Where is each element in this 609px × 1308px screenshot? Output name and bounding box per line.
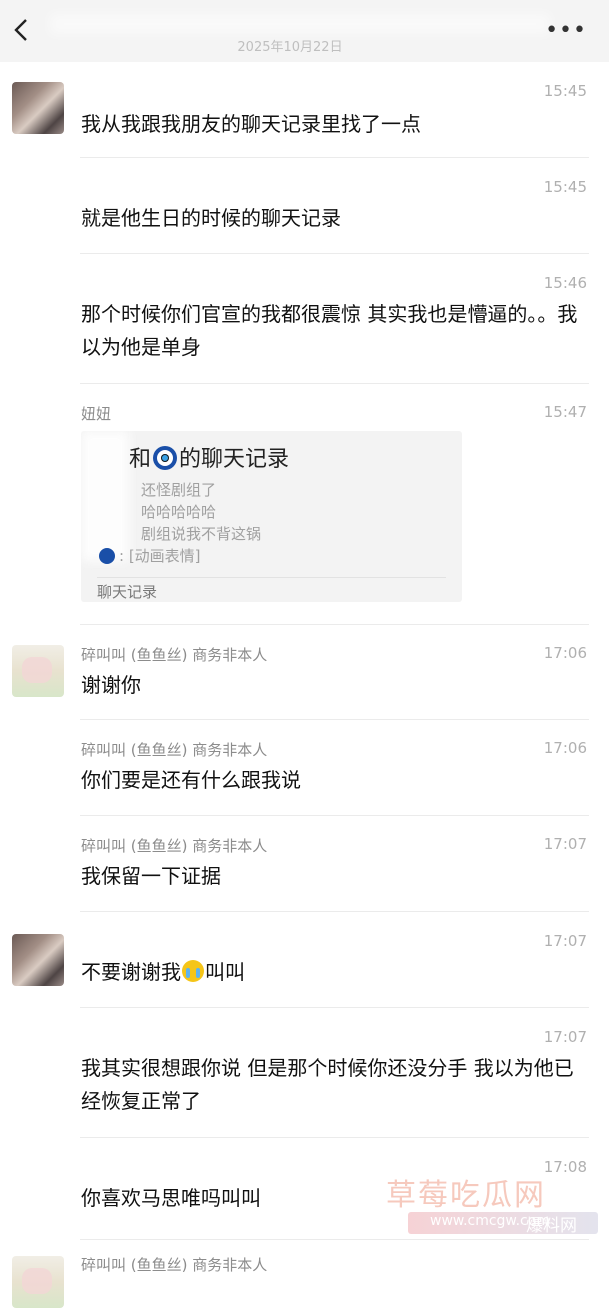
card-line: : [动画表情] xyxy=(119,547,201,565)
message-time: 15:45 xyxy=(543,82,587,100)
message: 17:07 不要谢谢我 叫叫 xyxy=(0,912,609,1008)
watermark-tag: 爆料网 xyxy=(526,1216,577,1236)
message-time: 17:08 xyxy=(543,1158,587,1176)
message: 碎叫叫 (鱼鱼丝) 商务非本人 17:07 我保留一下证据 xyxy=(0,816,609,912)
message-text: 我从我跟我朋友的聊天记录里找了一点 xyxy=(81,112,421,136)
message-text: 就是他生日的时候的聊天记录 xyxy=(81,206,341,230)
card-title: 和 的聊天记录 xyxy=(129,441,289,473)
card-line: 还怪剧组了 xyxy=(141,481,217,499)
card-line-row: : [动画表情] xyxy=(99,545,201,566)
card-divider xyxy=(97,577,446,578)
avatar[interactable] xyxy=(12,645,64,697)
message-text: 谢谢你 xyxy=(81,673,141,697)
sender-name: 碎叫叫 (鱼鱼丝) 商务非本人 xyxy=(81,741,268,759)
message-time: 15:47 xyxy=(543,403,587,421)
message: 17:07 我其实很想跟你说 但是那个时候你还没分手 我以为他已经恢复正常了 xyxy=(0,1008,609,1138)
message-text: 我其实很想跟你说 但是那个时候你还没分手 我以为他已经恢复正常了 xyxy=(81,1056,574,1113)
avatar[interactable] xyxy=(12,934,64,986)
message-text: 你们要是还有什么跟我说 xyxy=(81,768,301,792)
chat-date: 2025年10月22日 xyxy=(237,40,343,55)
sender-name: 碎叫叫 (鱼鱼丝) 商务非本人 xyxy=(81,646,268,664)
card-line: 哈哈哈哈哈 xyxy=(141,503,217,521)
avatar[interactable] xyxy=(12,82,64,134)
message-time: 17:07 xyxy=(543,932,587,950)
chat-record-card[interactable]: 和 的聊天记录 还怪剧组了 哈哈哈哈哈 剧组说我不背这锅 : [动画表情] 聊天记… xyxy=(81,431,462,602)
message: 碎叫叫 (鱼鱼丝) 商务非本人 xyxy=(0,1240,609,1308)
message-text-post: 叫叫 xyxy=(205,960,245,984)
message: 15:46 那个时候你们官宣的我都很震惊 其实我也是懵逼的。。我以为他是单身 xyxy=(0,254,609,384)
sender-name: 碎叫叫 (鱼鱼丝) 商务非本人 xyxy=(81,1256,268,1274)
avatar[interactable] xyxy=(12,1256,64,1308)
card-line: 剧组说我不背这锅 xyxy=(141,525,262,543)
message-time: 17:06 xyxy=(543,644,587,662)
message-text: 我保留一下证据 xyxy=(81,864,221,888)
crying-face-emoji-icon xyxy=(182,960,204,982)
message-text: 不要谢谢我 叫叫 xyxy=(81,956,583,989)
sender-name: 碎叫叫 (鱼鱼丝) 商务非本人 xyxy=(81,837,268,855)
card-footer: 聊天记录 xyxy=(97,583,158,601)
watermark-logo: 草莓吃瓜网 xyxy=(386,1178,546,1213)
message-time: 15:45 xyxy=(543,178,587,196)
more-options-button[interactable]: ••• xyxy=(545,18,587,43)
top-bar: 2025年10月22日 ••• xyxy=(0,0,609,62)
message: 碎叫叫 (鱼鱼丝) 商务非本人 17:06 谢谢你 xyxy=(0,625,609,720)
evil-eye-icon xyxy=(99,548,115,564)
card-title-post: 的聊天记录 xyxy=(179,447,290,472)
message-text-pre: 不要谢谢我 xyxy=(81,960,181,984)
message: 碎叫叫 (鱼鱼丝) 商务非本人 17:06 你们要是还有什么跟我说 xyxy=(0,720,609,816)
message: 15:45 我从我跟我朋友的聊天记录里找了一点 xyxy=(0,62,609,158)
message-text: 那个时候你们官宣的我都很震惊 其实我也是懵逼的。。我以为他是单身 xyxy=(81,302,578,359)
message: 15:45 就是他生日的时候的聊天记录 xyxy=(0,158,609,254)
message-time: 17:06 xyxy=(543,739,587,757)
message-time: 17:07 xyxy=(543,835,587,853)
evil-eye-icon xyxy=(153,446,178,470)
message: 妞妞 15:47 和 的聊天记录 还怪剧组了 哈哈哈哈哈 剧组说我不背这锅 : [… xyxy=(0,384,609,625)
blurred-chat-title xyxy=(50,14,550,34)
card-title-pre: 和 xyxy=(129,447,152,472)
message-time: 17:07 xyxy=(543,1028,587,1046)
blurred-region xyxy=(81,431,129,561)
message-time: 15:46 xyxy=(543,274,587,292)
sender-name: 妞妞 xyxy=(81,405,112,423)
